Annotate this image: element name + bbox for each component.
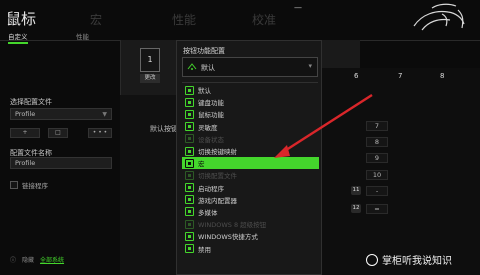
menu-item-label: WINDOWS 8 超级按钮 xyxy=(198,221,267,230)
key-mapping-cell[interactable]: 9 xyxy=(366,153,388,163)
watermark: 掌柜听我说知识 xyxy=(366,252,452,267)
key-mapping-cell[interactable]: - xyxy=(366,186,388,196)
profile-name-field[interactable]: Profile xyxy=(10,157,112,169)
tab-performance[interactable]: 性能 xyxy=(76,31,89,41)
menu-item[interactable]: 切换按键映射 xyxy=(182,145,319,157)
menu-item-label: 灵敏度 xyxy=(198,123,218,132)
change-key-button[interactable]: 更改 xyxy=(140,74,160,83)
profile-name-value: Profile xyxy=(15,159,36,167)
menu-item-label: 设备状态 xyxy=(198,135,224,144)
device-icon xyxy=(185,134,194,144)
menu-item-label: 启动程序 xyxy=(198,184,224,193)
selected-key-number[interactable]: 1 xyxy=(140,48,160,72)
link-program-checkbox[interactable] xyxy=(10,181,18,189)
key-number-badge: 11 xyxy=(351,186,361,195)
copy-profile-button[interactable]: □ xyxy=(48,128,68,138)
ingame-icon xyxy=(185,195,194,205)
tab-customize[interactable]: 自定义 xyxy=(8,31,28,44)
link-program-row[interactable]: 链接程序 xyxy=(10,180,48,190)
key-mapping-cell[interactable]: 7 xyxy=(366,121,388,131)
menu-item[interactable]: 鼠标功能 xyxy=(182,108,319,120)
profile-select-label: 选择配置文件 xyxy=(10,98,52,106)
all-system-link[interactable]: 全部系统 xyxy=(40,255,64,264)
menu-item: 设备状态 xyxy=(182,133,319,145)
chevron-down-icon: ▼ xyxy=(102,111,107,118)
menu-item-label: 禁用 xyxy=(198,245,211,254)
key-number-badge: 12 xyxy=(351,204,361,213)
swap-icon xyxy=(185,146,194,156)
disable-icon xyxy=(185,244,194,254)
menu-item[interactable]: 灵敏度 xyxy=(182,121,319,133)
menu-item[interactable]: 默认 xyxy=(182,84,319,96)
menu-item-label: 切换按键映射 xyxy=(198,148,237,157)
column-header-8: 8 xyxy=(440,72,445,80)
menu-item[interactable]: 启动程序 xyxy=(182,182,319,194)
divider xyxy=(182,82,318,83)
menu-item-label: 游戏内配置器 xyxy=(198,196,237,205)
function-select-value: 默认 xyxy=(201,64,215,72)
launch-icon xyxy=(185,183,194,193)
function-menu: 默认键盘功能鼠标功能灵敏度设备状态切换按键映射宏切换配置文件 启动程序游戏内配置器… xyxy=(182,84,319,255)
menu-item[interactable]: WINDOWS快捷方式 xyxy=(182,230,319,242)
app-title: 鼠标 xyxy=(6,10,37,28)
keyboard-icon xyxy=(185,97,194,107)
sensitivity-icon xyxy=(185,122,194,132)
menu-item-label: 切换配置文件 xyxy=(198,172,237,181)
column-header-7: 7 xyxy=(398,72,403,80)
default-key-label: 默认按键 xyxy=(150,125,178,133)
menu-item[interactable]: 宏 xyxy=(182,157,319,170)
menu-item-label: 默认 xyxy=(198,87,211,96)
menu-item[interactable]: 禁用 xyxy=(182,242,319,254)
bg-tab-calibration[interactable]: 校准 xyxy=(252,11,276,28)
footer-left: ⓘ 隐藏 全部系统 xyxy=(10,255,64,264)
hide-link[interactable]: 隐藏 xyxy=(22,255,34,264)
button-function-title: 按钮功能配置 xyxy=(183,47,225,55)
key-mapping-cell[interactable]: 10 xyxy=(366,170,388,180)
more-options-button[interactable]: • • • xyxy=(88,128,112,138)
function-select[interactable]: 默认 ▾ xyxy=(182,57,318,77)
menu-item-label: 键盘功能 xyxy=(198,99,224,108)
menu-item-label: 多媒体 xyxy=(198,208,218,217)
watermark-logo-icon xyxy=(366,253,378,266)
key-mapping-cell[interactable]: = xyxy=(366,204,388,214)
bg-tab-macro[interactable]: 宏 xyxy=(90,11,102,28)
profile-select[interactable]: Profile ▼ xyxy=(10,108,112,120)
key-mapping-cell[interactable]: 8 xyxy=(366,137,388,147)
windows-icon xyxy=(185,219,194,229)
menu-item: 切换配置文件 xyxy=(182,169,319,181)
menu-item-label: 宏 xyxy=(198,160,205,169)
key-mapping-table xyxy=(322,68,480,275)
mouse-icon xyxy=(185,109,194,119)
chevron-down-icon: ▾ xyxy=(308,62,312,70)
bg-tab-performance[interactable]: 性能 xyxy=(172,11,196,28)
column-header-6: 6 xyxy=(354,72,359,80)
mouse-icon xyxy=(185,85,194,95)
mouse-icon xyxy=(187,63,197,70)
macro-icon xyxy=(185,158,194,168)
menu-item[interactable]: 多媒体 xyxy=(182,206,319,218)
menu-item: WINDOWS 8 超级按钮 xyxy=(182,218,319,230)
menu-item[interactable]: 游戏内配置器 xyxy=(182,194,319,206)
profile-select-value: Profile xyxy=(15,110,36,118)
link-program-label: 链接程序 xyxy=(22,182,48,190)
menu-item[interactable]: 键盘功能 xyxy=(182,96,319,108)
watermark-text: 掌柜听我说知识 xyxy=(382,256,452,267)
menu-item-label: 鼠标功能 xyxy=(198,111,224,120)
menu-item-label: WINDOWS快捷方式 xyxy=(198,233,258,242)
media-icon xyxy=(185,207,194,217)
info-icon: ⓘ xyxy=(10,257,17,264)
profile-icon xyxy=(185,170,194,180)
windows-icon xyxy=(185,231,194,241)
add-profile-button[interactable]: + xyxy=(10,128,40,138)
minimize-button[interactable]: — xyxy=(294,3,302,12)
